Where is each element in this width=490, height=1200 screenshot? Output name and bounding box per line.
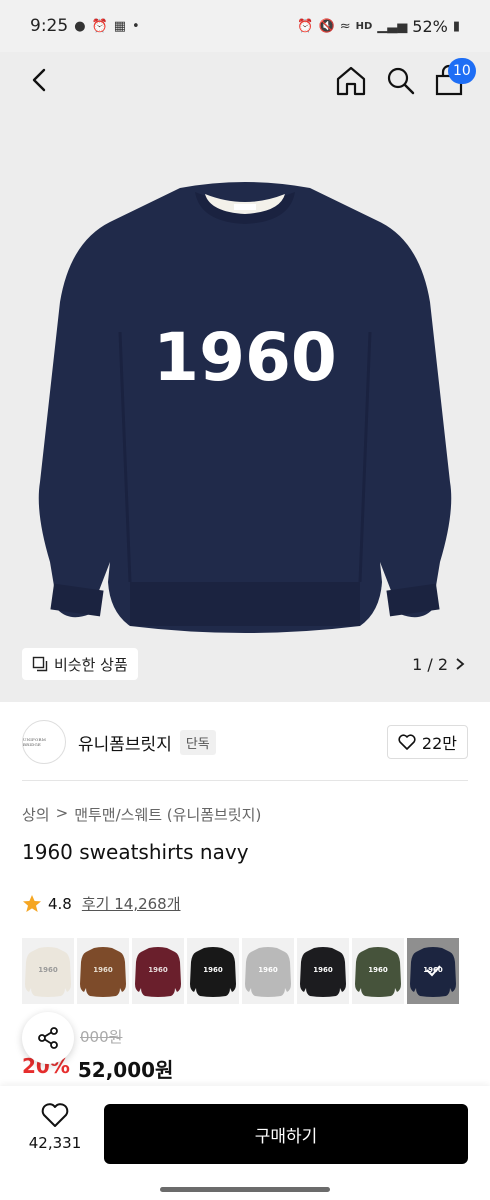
color-swatch-charcoal[interactable]: 1960 [297, 938, 349, 1004]
top-nav: 10 [0, 52, 490, 108]
sweatshirt-thumbnail: 1960 [25, 947, 71, 997]
sweatshirt-thumbnail: 1960 [355, 947, 401, 997]
rating-row: 4.8 후기 14,268개 [22, 893, 181, 914]
sweatshirt-thumbnail: 1960 [80, 947, 126, 997]
status-time: 9:25 [30, 16, 69, 36]
sweatshirt-thumbnail: 1960 [135, 947, 181, 997]
brand-like-button[interactable]: 22만 [386, 725, 468, 759]
thumbnail-graphic-text: 1960 [368, 966, 388, 974]
heart-icon [41, 1103, 69, 1127]
brand-name[interactable]: 유니폼브릿지 [78, 730, 172, 755]
image-pager[interactable]: 1 / 2 [412, 648, 466, 680]
color-swatch-brown[interactable]: 1960 [77, 938, 129, 1004]
graphic-text: 1960 [153, 319, 337, 396]
back-button[interactable] [26, 62, 56, 98]
sweatshirt-thumbnail: 1960 [300, 947, 346, 997]
chat-icon: ● [74, 18, 86, 34]
brand-logo-text: UNIFORM BRIDGE [23, 737, 47, 747]
calendar-icon: ▦ [113, 18, 127, 34]
share-icon [38, 1027, 58, 1049]
battery-level: 52% [412, 16, 448, 36]
sweatshirt-thumbnail: 1960 [190, 947, 236, 997]
sweatshirt-thumbnail: 1960 [245, 947, 291, 997]
copy-icon [32, 656, 48, 672]
search-icon [387, 67, 415, 95]
share-button[interactable] [22, 1012, 74, 1064]
color-swatch-navy[interactable]: 1960 [407, 938, 459, 1004]
rating-value: 4.8 [48, 894, 72, 913]
battery-icon: ▮ [452, 18, 460, 34]
alarm-icon: ⏰ [91, 18, 108, 34]
color-swatch-ivory[interactable]: 1960 [22, 938, 74, 1004]
chevron-right-icon [456, 658, 465, 670]
signal-icon: ▁▃▅ [377, 18, 408, 34]
sweatshirt-thumbnail: 1960 [410, 947, 456, 997]
breadcrumb-subcategory[interactable]: 맨투맨/스웨트 (유니폼브릿지) [74, 804, 261, 825]
buy-button[interactable]: 구매하기 [104, 1104, 468, 1164]
bottom-action-bar: 42,331 구매하기 [0, 1086, 490, 1172]
breadcrumb: 상의 > 맨투맨/스웨트 (유니폼브릿지) [22, 804, 261, 825]
search-button[interactable] [384, 62, 418, 98]
home-icon [336, 66, 366, 96]
thumbnail-graphic-text: 1960 [148, 966, 168, 974]
brand-logo[interactable]: UNIFORM BRIDGE [22, 720, 66, 764]
color-swatch-burgundy[interactable]: 1960 [132, 938, 184, 1004]
hd-voice-icon: HD [355, 20, 373, 32]
thumbnail-graphic-text: 1960 [93, 966, 113, 974]
thumbnail-graphic-text: 1960 [313, 966, 333, 974]
color-swatch-black[interactable]: 1960 [187, 938, 239, 1004]
product-like-count: 42,331 [28, 1134, 82, 1152]
similar-items-label: 비슷한 상품 [54, 655, 128, 674]
product-title: 1960 sweatshirts navy [22, 840, 249, 864]
thumbnail-graphic-text: 1960 [38, 966, 58, 974]
divider [22, 780, 468, 781]
brand-like-count: 22만 [421, 734, 457, 753]
product-like-button[interactable]: 42,331 [22, 1102, 88, 1152]
color-swatch-melange[interactable]: 1960 [242, 938, 294, 1004]
status-bar: 9:25 ● ⏰ ▦ • ⏰ 🔇 ≈ HD ▁▃▅ 52% ▮ [0, 0, 490, 52]
dot-icon: • [132, 18, 140, 34]
color-swatch-khaki[interactable]: 1960 [352, 938, 404, 1004]
pager-label: 1 / 2 [412, 654, 448, 674]
original-price: 000원 [80, 1028, 123, 1046]
star-icon [23, 894, 41, 912]
similar-items-button[interactable]: 비슷한 상품 [22, 648, 138, 680]
thumbnail-graphic-text: 1960 [258, 966, 278, 974]
home-button[interactable] [334, 62, 368, 98]
product-hero[interactable]: 10 1960 비슷한 상품 1 / 2 [0, 52, 490, 702]
exclusive-badge: 단독 [179, 729, 216, 755]
alarm-icon: ⏰ [297, 18, 314, 34]
color-options: 1960 1960 1960 1960 1960 1960 1960 1960 [22, 938, 468, 1004]
mute-icon: 🔇 [318, 18, 335, 34]
wifi-icon: ≈ [339, 18, 351, 34]
thumbnail-graphic-text: 1960 [203, 966, 223, 974]
sale-price: 52,000원 [77, 1058, 174, 1082]
brand-row: UNIFORM BRIDGE 유니폼브릿지 단독 22만 [22, 716, 468, 768]
sweatshirt-image: 1960 [38, 182, 452, 633]
breadcrumb-category[interactable]: 상의 [22, 804, 50, 825]
gesture-handle[interactable] [160, 1187, 330, 1192]
back-arrow-icon [32, 68, 46, 92]
cart-count-badge: 10 [448, 58, 476, 84]
breadcrumb-separator-icon: > [55, 804, 69, 822]
heart-icon [398, 734, 416, 750]
review-link[interactable]: 후기 14,268개 [82, 893, 181, 914]
gesture-area [0, 1172, 490, 1200]
